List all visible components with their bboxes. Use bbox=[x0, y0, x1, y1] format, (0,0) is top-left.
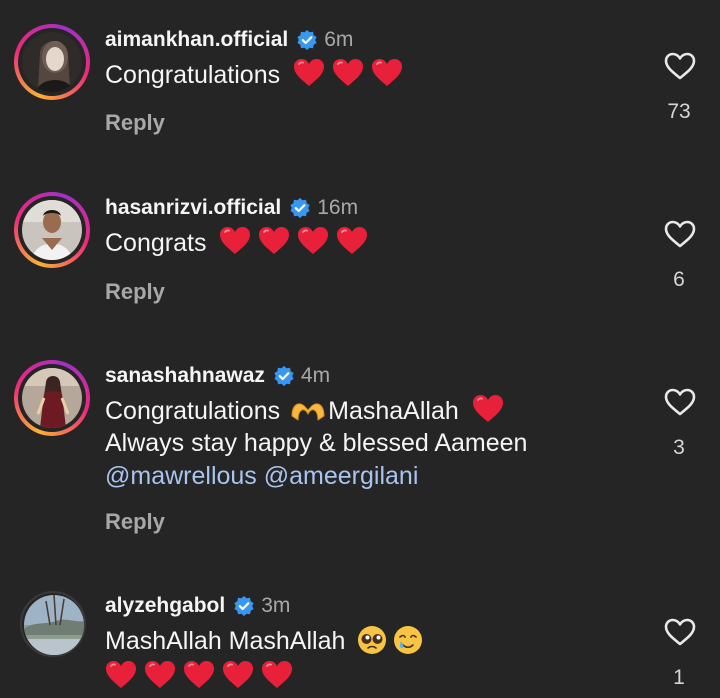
comment-text-row: Congratulations MashaAllah bbox=[105, 394, 504, 428]
red-heart-emoji bbox=[258, 226, 290, 255]
verified-badge-icon bbox=[289, 197, 311, 219]
red-heart-emoji bbox=[293, 58, 325, 87]
comment-time: 16m bbox=[317, 196, 359, 219]
avatar bbox=[22, 32, 82, 92]
avatar-story-ring[interactable] bbox=[14, 360, 90, 436]
red-heart-emoji bbox=[222, 660, 254, 689]
comment-text-row: MashAllah MashAllah bbox=[105, 625, 423, 658]
avatar bbox=[24, 595, 84, 655]
red-heart-emoji bbox=[332, 58, 364, 87]
red-heart-emoji bbox=[472, 394, 504, 423]
comment-text: MashAllah MashAllah bbox=[105, 627, 346, 655]
red-heart-emoji bbox=[144, 660, 176, 689]
comment-text: Congratulations bbox=[105, 397, 281, 425]
heart-outline-icon[interactable] bbox=[664, 388, 696, 416]
avatar-story-ring[interactable] bbox=[14, 24, 90, 100]
like-count: 6 bbox=[673, 268, 685, 291]
heart-hands-emoji bbox=[291, 403, 325, 421]
red-heart-emoji bbox=[297, 226, 329, 255]
red-heart-emoji bbox=[219, 226, 251, 255]
pleading-face-emoji bbox=[358, 626, 387, 654]
comment-time: 4m bbox=[300, 364, 331, 387]
username[interactable]: alyzehgabol bbox=[105, 594, 225, 618]
heart-outline-icon[interactable] bbox=[664, 52, 696, 80]
avatar-ring[interactable] bbox=[20, 591, 86, 657]
heart-outline-icon[interactable] bbox=[664, 618, 696, 646]
red-heart-emoji bbox=[183, 660, 215, 689]
like-count: 1 bbox=[673, 666, 685, 689]
like-count: 73 bbox=[667, 100, 691, 123]
reply-button[interactable]: Reply bbox=[105, 110, 165, 136]
verified-badge-icon bbox=[273, 365, 295, 387]
smiling-face-with-tear-emoji bbox=[394, 626, 423, 654]
reply-button[interactable]: Reply bbox=[105, 509, 165, 535]
username[interactable]: sanashahnawaz bbox=[105, 364, 265, 388]
username[interactable]: aimankhan.official bbox=[105, 28, 288, 52]
mention-link[interactable]: @mawrellous bbox=[105, 462, 257, 490]
heart-outline-icon[interactable] bbox=[664, 220, 696, 248]
red-heart-emoji bbox=[105, 660, 137, 689]
comment-text-row: Congratulations bbox=[105, 58, 403, 92]
verified-badge-icon bbox=[233, 595, 255, 617]
comment-text: Congratulations bbox=[105, 61, 281, 89]
reply-button[interactable]: Reply bbox=[105, 279, 165, 305]
avatar bbox=[22, 368, 82, 428]
username[interactable]: hasanrizvi.official bbox=[105, 196, 281, 220]
mention-link[interactable]: @ameergilani bbox=[264, 462, 419, 490]
avatar-story-ring[interactable] bbox=[14, 192, 90, 268]
avatar bbox=[22, 200, 82, 260]
comment-text: MashaAllah bbox=[328, 397, 459, 425]
red-heart-emoji bbox=[371, 58, 403, 87]
comment-emoji-row bbox=[105, 660, 293, 694]
comment-text-line: Always stay happy & blessed Aameen bbox=[105, 429, 528, 457]
comment-time: 6m bbox=[324, 28, 354, 51]
red-heart-emoji bbox=[261, 660, 293, 689]
comment-text: Congrats bbox=[105, 229, 207, 257]
comment-time: 3m bbox=[261, 594, 291, 617]
comment-mentions: @mawrellous @ameergilani bbox=[105, 460, 418, 493]
like-count: 3 bbox=[673, 436, 685, 459]
comment-text-row: Congrats bbox=[105, 226, 368, 260]
red-heart-emoji bbox=[336, 226, 368, 255]
verified-badge-icon bbox=[296, 29, 318, 51]
